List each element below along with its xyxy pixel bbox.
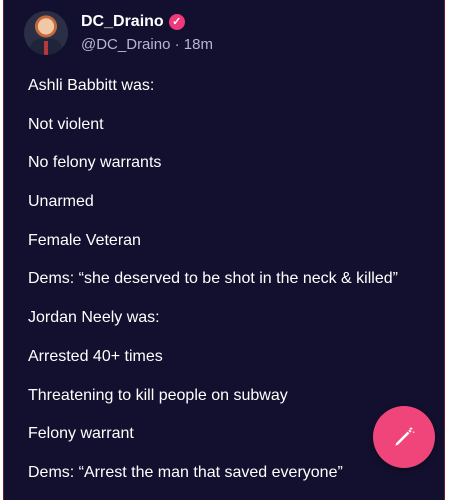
post-line: Jordan Neely was: (28, 309, 160, 327)
post-line: Female Veteran (28, 231, 141, 249)
compose-button[interactable] (373, 406, 435, 468)
author-display-name[interactable]: DC_Draino (81, 12, 164, 32)
post-line: No felony warrants (28, 154, 162, 172)
post-time[interactable]: 18m (184, 36, 213, 53)
author-meta: @DC_Draino · 18m (81, 35, 213, 55)
post-card[interactable]: DC_Draino ✓ @DC_Draino · 18m Ashli Babbi… (3, 0, 445, 500)
post-line: Dems: “she deserved to be shot in the ne… (28, 270, 398, 288)
meta-separator: · (174, 35, 180, 53)
post-line: Threatening to kill people on subway (28, 386, 288, 404)
compose-icon (395, 426, 415, 446)
avatar-tie (44, 41, 48, 55)
post-line: Not violent (28, 115, 104, 133)
post-line: Dems: “Arrest the man that saved everyon… (28, 463, 343, 481)
screenshot-frame: DC_Draino ✓ @DC_Draino · 18m Ashli Babbi… (0, 0, 451, 500)
verified-badge-icon: ✓ (168, 13, 185, 30)
post-line: Arrested 40+ times (28, 347, 163, 365)
post-line: Unarmed (28, 193, 94, 211)
post-header: DC_Draino ✓ @DC_Draino · 18m (24, 10, 213, 56)
author-name-row: DC_Draino ✓ (81, 12, 213, 32)
author-block: DC_Draino ✓ @DC_Draino · 18m (81, 12, 213, 55)
author-handle[interactable]: @DC_Draino (81, 36, 170, 53)
post-line: Ashli Babbitt was: (28, 77, 155, 94)
avatar[interactable] (24, 11, 68, 55)
